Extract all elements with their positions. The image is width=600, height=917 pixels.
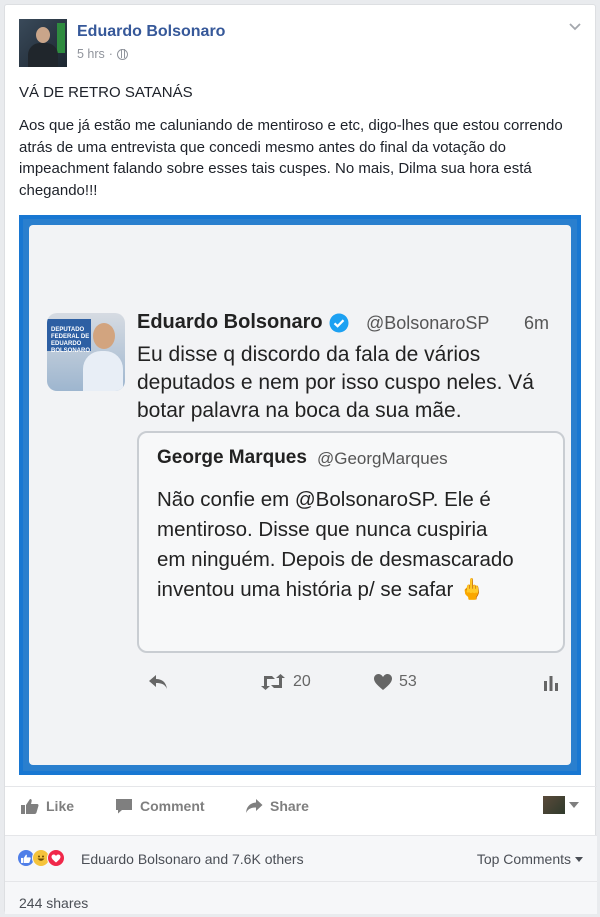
shares-count[interactable]: 244 shares [19, 895, 88, 911]
caret-down-icon [575, 856, 583, 862]
quoted-text: Não confie em @BolsonaroSP. Ele é mentir… [157, 488, 514, 601]
top-comments-dropdown[interactable]: Top Comments [477, 851, 583, 867]
tweet-handle: @BolsonaroSP [366, 313, 490, 333]
analytics-icon [543, 673, 559, 691]
top-comments-label: Top Comments [476, 851, 571, 867]
comment-icon [116, 799, 132, 814]
author-name[interactable]: Eduardo Bolsonaro [77, 23, 225, 41]
share-arrow-icon [246, 799, 263, 813]
retweet-count: 20 [293, 673, 311, 690]
love-reaction-icon [47, 849, 65, 867]
post-as-selector[interactable] [543, 796, 579, 814]
tweet-avatar: DEPUTADO FEDERAL DE EDUARDO BOLSONARO [47, 313, 125, 391]
quoted-handle: @GeorgMarques [317, 449, 448, 468]
tweet-author: Eduardo Bolsonaro [137, 311, 349, 334]
caret-down-icon [569, 802, 579, 808]
verified-badge-icon [329, 313, 349, 332]
divider [5, 786, 597, 787]
tweet-time: 6m [523, 313, 549, 333]
likes-stat: 53 [373, 673, 417, 691]
author-avatar[interactable] [19, 19, 67, 67]
comment-label: Comment [140, 798, 205, 814]
quoted-tweet: George Marques @GeorgMarques Não confie … [137, 431, 565, 653]
tweet-screenshot-image[interactable]: DEPUTADO FEDERAL DE EDUARDO BOLSONARO Ed… [19, 215, 581, 775]
post-footer: Eduardo Bolsonaro and 7.6K others Top Co… [5, 835, 597, 914]
post-meta: 5 hrs · [77, 47, 128, 61]
post-card: Eduardo Bolsonaro 5 hrs · VÁ DE RETRO SA… [4, 4, 597, 914]
share-label: Share [270, 798, 309, 814]
retweet-stat: 20 [259, 673, 311, 691]
tweet-text: Eu disse q discordo da fala de vários de… [137, 343, 534, 422]
post-body: Aos que já estão me caluniando de mentir… [19, 117, 563, 199]
post-time[interactable]: 5 hrs [77, 47, 105, 61]
share-button[interactable]: Share [245, 798, 309, 814]
reactions-icons[interactable] [17, 849, 65, 867]
divider [5, 835, 597, 836]
like-button[interactable]: Like [21, 798, 74, 814]
thumbs-up-icon [21, 799, 39, 814]
tweet-actions: 20 53 [137, 673, 565, 697]
likes-count: 53 [399, 673, 417, 690]
globe-icon[interactable] [116, 48, 128, 60]
retweet-icon [261, 674, 285, 690]
meta-separator: · [108, 47, 113, 61]
heart-icon [374, 674, 392, 690]
reactions-summary[interactable]: Eduardo Bolsonaro and 7.6K others [81, 851, 304, 867]
tweet-avatar-banner-text: DEPUTADO FEDERAL DE EDUARDO BOLSONARO [51, 327, 90, 354]
tweet-card: DEPUTADO FEDERAL DE EDUARDO BOLSONARO Ed… [29, 225, 571, 765]
divider [5, 881, 597, 882]
chevron-down-icon[interactable] [569, 21, 581, 33]
quoted-author: George Marques [157, 447, 307, 468]
post-actions: Like Comment Share [19, 796, 583, 818]
reply-icon [147, 673, 169, 691]
tweet-author-name: Eduardo Bolsonaro [137, 311, 323, 333]
like-label: Like [46, 798, 75, 814]
viewer-avatar [543, 796, 565, 814]
comment-button[interactable]: Comment [115, 798, 205, 814]
post-headline: VÁ DE RETRO SATANÁS [19, 84, 193, 101]
